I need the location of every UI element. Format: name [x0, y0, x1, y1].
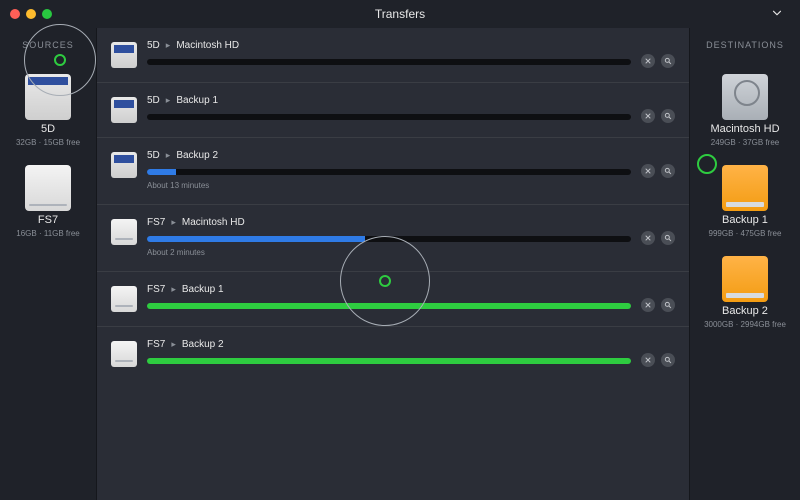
arrow-icon: ▸: [166, 150, 171, 161]
reveal-transfer-button[interactable]: [661, 231, 675, 245]
transfer-destination: Backup 1: [182, 284, 224, 295]
transfer-source: 5D: [147, 40, 160, 51]
progress-bar: [147, 169, 631, 175]
progress-bar: [147, 358, 631, 364]
drive-icon: [25, 165, 71, 211]
progress-bar: [147, 59, 631, 65]
transfer-source: 5D: [147, 150, 160, 161]
source-device[interactable]: 5D 32GB · 15GB free: [16, 74, 80, 147]
arrow-icon: ▸: [171, 284, 176, 295]
titlebar: Transfers: [0, 0, 800, 28]
device-capacity: 249GB · 37GB free: [711, 139, 779, 147]
device-capacity: 999GB · 475GB free: [709, 230, 782, 238]
transfer-source: FS7: [147, 339, 165, 350]
sources-sidebar: SOURCES 5D 32GB · 15GB free FS7 16GB · 11GB…: [0, 28, 96, 500]
reveal-transfer-button[interactable]: [661, 109, 675, 123]
drive-icon: [111, 341, 137, 367]
drive-icon: [722, 165, 768, 211]
cancel-transfer-button[interactable]: [641, 54, 655, 68]
destination-device[interactable]: Backup 2 3000GB · 2994GB free: [704, 256, 786, 329]
device-name: FS7: [38, 215, 58, 226]
drive-icon: [111, 286, 137, 312]
transfer-destination: Backup 2: [176, 150, 218, 161]
cancel-transfer-button[interactable]: [641, 164, 655, 178]
window-title: Transfers: [0, 7, 800, 21]
progress-bar: [147, 236, 631, 242]
arrow-icon: ▸: [166, 95, 171, 106]
device-capacity: 16GB · 11GB free: [16, 230, 79, 238]
cancel-transfer-button[interactable]: [641, 231, 655, 245]
cancel-transfer-button[interactable]: [641, 353, 655, 367]
drive-icon: [111, 219, 137, 245]
transfer-destination: Macintosh HD: [182, 217, 245, 228]
device-name: Macintosh HD: [710, 124, 779, 135]
sources-header: SOURCES: [22, 40, 74, 50]
reveal-transfer-button[interactable]: [661, 164, 675, 178]
arrow-icon: ▸: [171, 339, 176, 350]
transfer-row: FS7 ▸ Backup 1: [97, 271, 689, 326]
progress-fill: [147, 169, 176, 175]
transfer-row: 5D ▸ Backup 1: [97, 82, 689, 137]
device-name: Backup 2: [722, 306, 768, 317]
progress-bar: [147, 303, 631, 309]
progress-bar: [147, 114, 631, 120]
cancel-transfer-button[interactable]: [641, 298, 655, 312]
transfer-row: 5D ▸ Backup 2 About 13 minutes: [97, 137, 689, 204]
reveal-transfer-button[interactable]: [661, 298, 675, 312]
drive-icon: [25, 74, 71, 120]
reveal-transfer-button[interactable]: [661, 353, 675, 367]
drive-icon: [111, 42, 137, 68]
destinations-sidebar: DESTINATIONS Macintosh HD 249GB · 37GB fr…: [690, 28, 800, 500]
cancel-transfer-button[interactable]: [641, 109, 655, 123]
transfer-source: 5D: [147, 95, 160, 106]
collapse-toggle[interactable]: [770, 6, 784, 25]
transfer-destination: Macintosh HD: [176, 40, 239, 51]
drive-icon: [722, 256, 768, 302]
transfer-eta: About 13 minutes: [147, 181, 631, 190]
progress-fill: [147, 358, 631, 364]
transfers-panel: 5D ▸ Macintosh HD 5D ▸ Backup 1 5D ▸ Backup 2 Abo…: [96, 28, 690, 500]
destination-device[interactable]: Backup 1 999GB · 475GB free: [704, 165, 786, 238]
transfer-destination: Backup 2: [182, 339, 224, 350]
device-capacity: 32GB · 15GB free: [16, 139, 80, 147]
device-name: 5D: [41, 124, 55, 135]
transfer-eta: About 2 minutes: [147, 248, 631, 257]
reveal-transfer-button[interactable]: [661, 54, 675, 68]
transfer-source: FS7: [147, 284, 165, 295]
transfer-row: FS7 ▸ Backup 2: [97, 326, 689, 381]
progress-fill: [147, 236, 365, 242]
transfer-row: FS7 ▸ Macintosh HD About 2 minutes: [97, 204, 689, 271]
arrow-icon: ▸: [171, 217, 176, 228]
destinations-header: DESTINATIONS: [706, 40, 784, 50]
transfer-destination: Backup 1: [176, 95, 218, 106]
destination-device[interactable]: Macintosh HD 249GB · 37GB free: [704, 74, 786, 147]
drive-icon: [722, 74, 768, 120]
device-name: Backup 1: [722, 215, 768, 226]
transfer-row: 5D ▸ Macintosh HD: [97, 28, 689, 82]
chevron-down-icon: [770, 6, 784, 20]
drive-icon: [111, 97, 137, 123]
device-capacity: 3000GB · 2994GB free: [704, 321, 786, 329]
drive-icon: [111, 152, 137, 178]
progress-fill: [147, 303, 631, 309]
arrow-icon: ▸: [166, 40, 171, 51]
transfer-source: FS7: [147, 217, 165, 228]
source-device[interactable]: FS7 16GB · 11GB free: [16, 165, 80, 238]
